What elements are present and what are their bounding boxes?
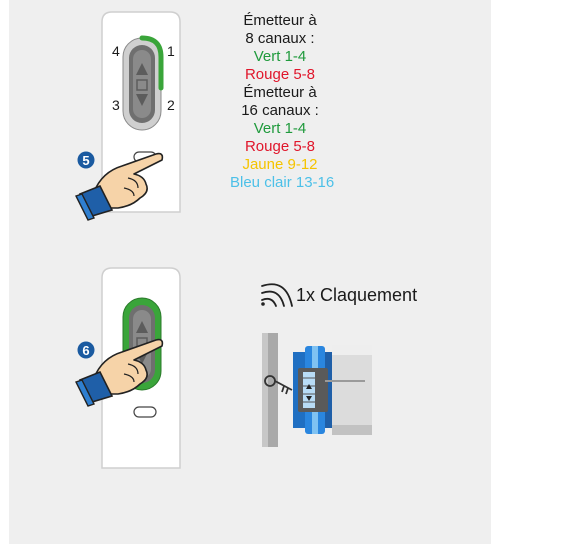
corner-label-4: 4	[112, 43, 120, 59]
title-8-channels-line1: Émetteur à	[243, 12, 317, 29]
corner-label-1: 1	[167, 43, 175, 59]
red-range-16: Rouge 5-8	[244, 138, 316, 155]
sound-waves-icon	[261, 283, 293, 307]
corner-label-2: 2	[167, 97, 175, 113]
red-range-8: Rouge 5-8	[244, 66, 316, 83]
svg-text:6: 6	[82, 343, 89, 358]
corner-label-3: 3	[112, 97, 120, 113]
title-16-channels-line2: 16 canaux :	[241, 102, 319, 119]
title-8-channels-line2: 8 canaux :	[245, 30, 315, 47]
click-label: 1x Claquement	[296, 285, 418, 305]
yellow-range-16: Jaune 9-12	[242, 156, 318, 173]
step-badge-5: 5	[77, 151, 95, 169]
program-button	[133, 406, 157, 418]
svg-text:5: 5	[82, 153, 89, 168]
title-16-channels-line1: Émetteur à	[243, 84, 317, 101]
lightblue-range-16: Bleu clair 13-16	[230, 174, 335, 191]
lock-cylinder-icon	[262, 333, 372, 447]
green-range-16: Vert 1-4	[253, 120, 307, 137]
green-range-8: Vert 1-4	[253, 48, 307, 65]
channel-legend: Émetteur à 8 canaux : Vert 1-4 Rouge 5-8…	[230, 12, 335, 192]
step-badge-6: 6	[77, 341, 95, 359]
